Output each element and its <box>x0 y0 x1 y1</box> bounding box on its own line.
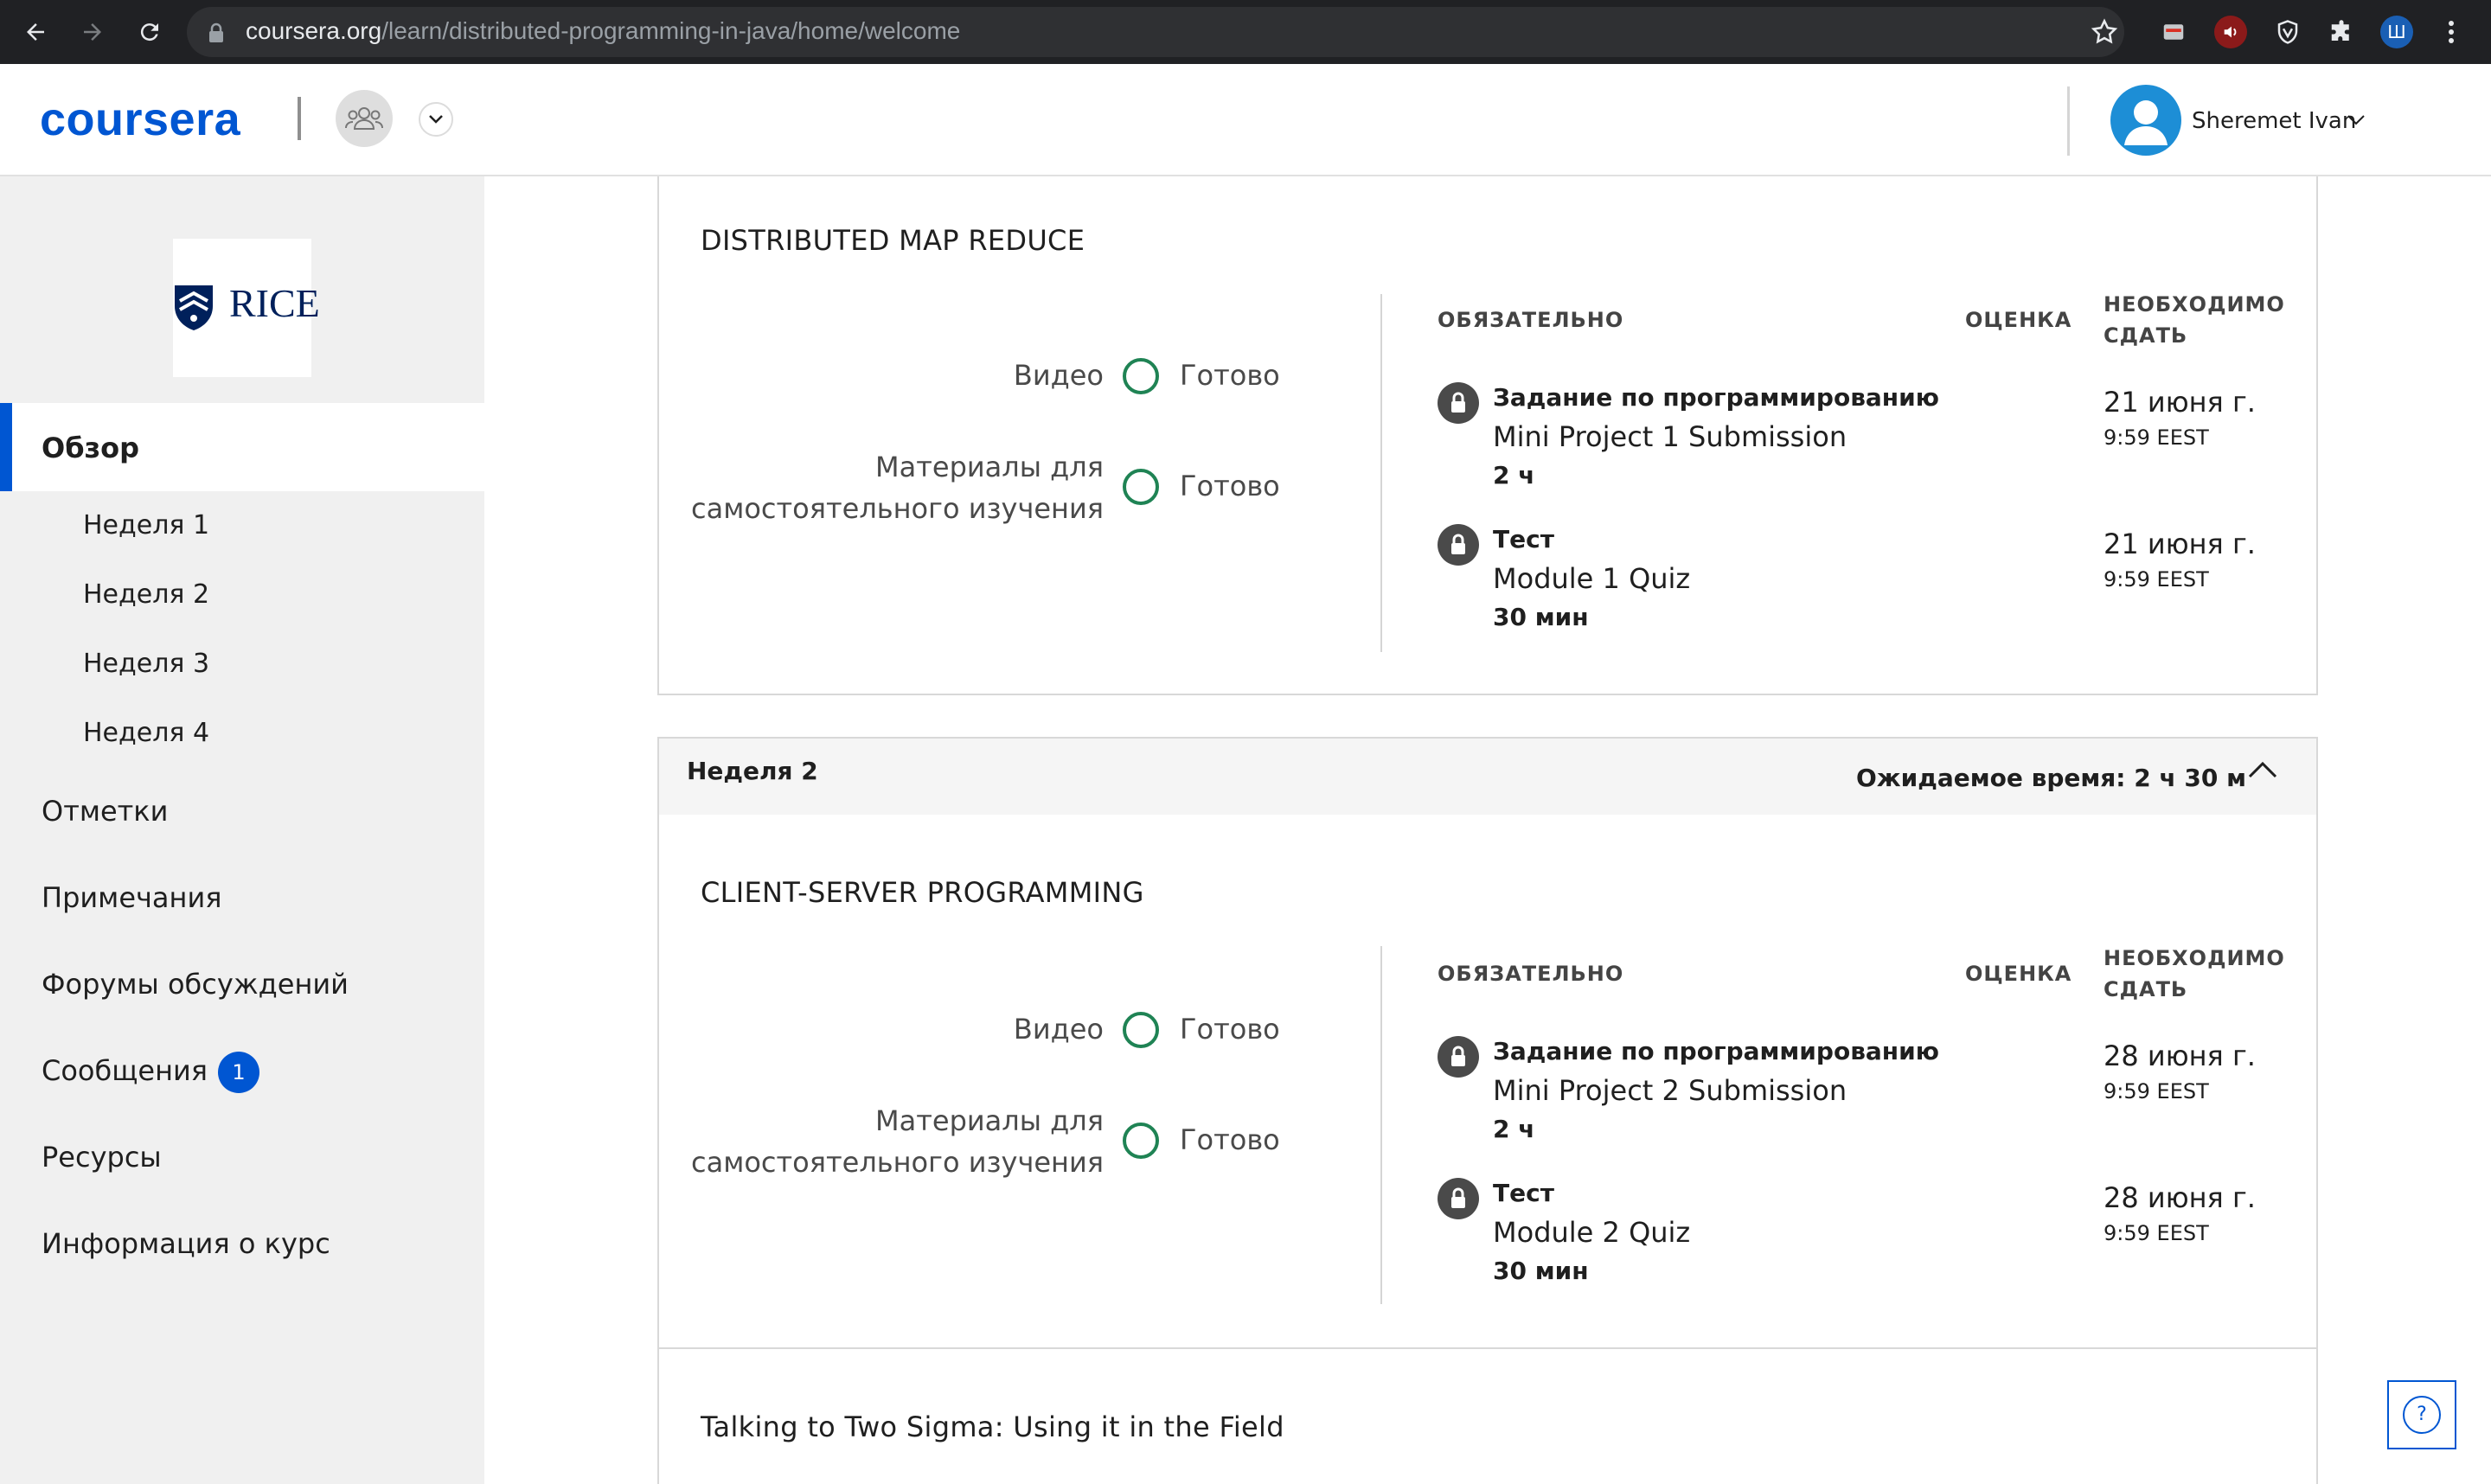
column-divider <box>1380 946 1382 1304</box>
logo-divider <box>298 97 301 140</box>
item-type: Задание по программированию <box>1493 1037 1939 1065</box>
reading-progress-ring-icon <box>1123 1123 1159 1159</box>
item-name-link[interactable]: Module 1 Quiz <box>1493 560 1690 597</box>
header-divider <box>2067 86 2070 156</box>
nav-week-3[interactable]: Неделя 3 <box>83 647 209 681</box>
chevron-down-icon[interactable] <box>419 102 453 137</box>
column-header-required: ОБЯЗАТЕЛЬНО <box>1438 308 1624 332</box>
item-type: Тест <box>1493 1179 1554 1207</box>
nav-active-indicator <box>0 403 12 491</box>
item-due-date: 21 июня г. <box>2104 528 2256 560</box>
item-type: Задание по программированию <box>1493 383 1939 412</box>
chevron-up-icon[interactable] <box>2247 759 2278 784</box>
reading-progress-status: Готово <box>1180 470 1280 502</box>
item-due-date: 28 июня г. <box>2104 1181 2256 1214</box>
lock-icon <box>1438 1178 1479 1219</box>
item-due-time: 9:59 EEST <box>2104 425 2209 450</box>
nav-week-1[interactable]: Неделя 1 <box>83 509 209 543</box>
column-header-grade: ОЦЕНКА <box>1965 308 2072 332</box>
browser-menu-icon[interactable] <box>2444 17 2458 50</box>
lock-icon <box>1438 524 1479 566</box>
university-logo: RICE <box>173 239 320 377</box>
nav-week-2[interactable]: Неделя 2 <box>83 578 209 612</box>
nav-messages[interactable]: Сообщения <box>42 1053 208 1088</box>
video-progress-ring-icon <box>1123 358 1159 394</box>
rice-shield-icon <box>175 285 213 330</box>
nav-course-info[interactable]: Информация о курс <box>42 1226 330 1261</box>
user-name[interactable]: Sheremet Ivan <box>2192 106 2356 137</box>
column-header-due-line2: СДАТЬ <box>2104 323 2188 348</box>
column-divider <box>1380 294 1382 652</box>
reading-progress-status: Готово <box>1180 1123 1280 1156</box>
week-expected-time: Ожидаемое время: 2 ч 30 м <box>1856 764 2247 792</box>
reading-progress-label-line1: Материалы для <box>875 451 1104 483</box>
nav-overview-label[interactable]: Обзор <box>42 431 139 465</box>
column-header-grade: ОЦЕНКА <box>1965 962 2072 986</box>
video-progress-label: Видео <box>1013 359 1104 392</box>
item-name-link[interactable]: Module 2 Quiz <box>1493 1214 1690 1251</box>
reload-icon[interactable] <box>130 12 170 52</box>
item-due-time: 9:59 EEST <box>2104 567 2209 592</box>
item-duration: 30 мин <box>1493 1257 1589 1285</box>
item-type: Тест <box>1493 525 1554 553</box>
item-duration: 2 ч <box>1493 1115 1535 1143</box>
lock-icon[interactable] <box>208 22 225 47</box>
extension-volume-icon[interactable] <box>2214 16 2247 48</box>
university-logo-text: RICE <box>229 281 320 325</box>
module-title: DISTRIBUTED MAP REDUCE <box>701 224 1085 257</box>
nav-week-4[interactable]: Неделя 4 <box>83 716 209 751</box>
reading-progress-label-line2: самостоятельного изучения <box>691 1146 1104 1179</box>
item-name-link[interactable]: Mini Project 1 Submission <box>1493 419 1847 455</box>
item-due-date: 21 июня г. <box>2104 386 2256 419</box>
item-name-link[interactable]: Mini Project 2 Submission <box>1493 1072 1847 1109</box>
item-duration: 2 ч <box>1493 461 1535 489</box>
extension-shield-icon[interactable] <box>2271 16 2304 48</box>
lock-icon <box>1438 1036 1479 1078</box>
module-title: CLIENT-SERVER PROGRAMMING <box>701 876 1144 909</box>
video-progress-status: Готово <box>1180 359 1280 392</box>
user-avatar[interactable] <box>2110 85 2181 156</box>
video-progress-label: Видео <box>1013 1013 1104 1046</box>
extension-cast-icon[interactable] <box>2157 16 2190 48</box>
forward-icon[interactable] <box>73 12 112 52</box>
bookmark-star-icon[interactable] <box>2090 17 2119 50</box>
extensions-puzzle-icon[interactable] <box>2325 16 2358 48</box>
item-due-date: 28 июня г. <box>2104 1039 2256 1072</box>
lock-icon <box>1438 382 1479 424</box>
column-header-due-line1: НЕОБХОДИМО <box>2104 292 2285 317</box>
column-header-required: ОБЯЗАТЕЛЬНО <box>1438 962 1624 986</box>
item-duration: 30 мин <box>1493 603 1589 631</box>
column-header-due-line2: СДАТЬ <box>2104 977 2188 1001</box>
item-due-time: 9:59 EEST <box>2104 1221 2209 1245</box>
help-button[interactable]: ? <box>2387 1380 2456 1449</box>
help-question-icon: ? <box>2403 1396 2441 1434</box>
nav-notes[interactable]: Примечания <box>42 880 221 915</box>
back-icon[interactable] <box>16 12 55 52</box>
nav-resources[interactable]: Ресурсы <box>42 1140 162 1174</box>
column-header-due-line1: НЕОБХОДИМО <box>2104 946 2285 970</box>
video-progress-status: Готово <box>1180 1013 1280 1046</box>
reading-progress-label-line2: самостоятельного изучения <box>691 492 1104 525</box>
item-due-time: 9:59 EEST <box>2104 1079 2209 1103</box>
coursera-logo[interactable]: coursera <box>40 86 240 152</box>
nav-forums[interactable]: Форумы обсуждений <box>42 967 349 1001</box>
url-path: /learn/distributed-programming-in-java/h… <box>381 17 961 44</box>
url-host: coursera.org <box>246 17 382 44</box>
module-title: Talking to Two Sigma: Using it in the Fi… <box>701 1410 1284 1443</box>
video-progress-ring-icon <box>1123 1012 1159 1048</box>
groups-icon[interactable] <box>336 90 393 147</box>
profile-avatar[interactable]: Ш <box>2380 16 2413 48</box>
reading-progress-label-line1: Материалы для <box>875 1104 1104 1137</box>
url-text[interactable]: coursera.org/learn/distributed-programmi… <box>246 16 960 47</box>
nav-grades[interactable]: Отметки <box>42 794 168 828</box>
week-title: Неделя 2 <box>687 757 818 785</box>
reading-progress-ring-icon <box>1123 469 1159 505</box>
messages-count-badge: 1 <box>218 1052 259 1093</box>
user-menu-chevron-icon[interactable] <box>2346 109 2366 133</box>
